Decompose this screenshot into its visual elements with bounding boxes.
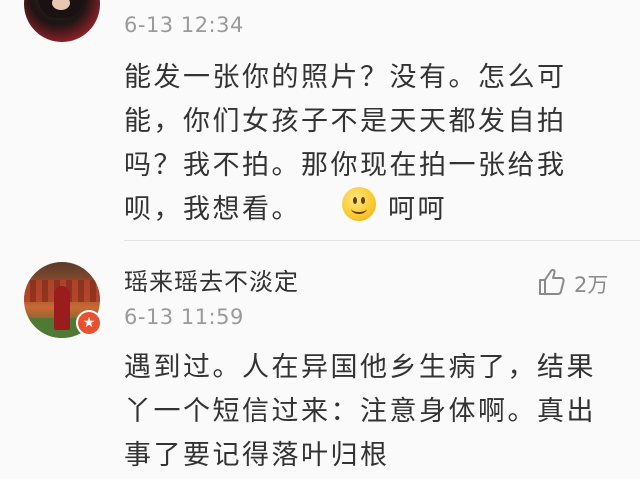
comment-text-line: 呗，我想看。 bbox=[124, 194, 301, 225]
emoji-caption: 呵呵 bbox=[388, 194, 447, 225]
comment-timestamp: 6-13 11:59 bbox=[124, 305, 244, 329]
smile-emoji-icon bbox=[342, 187, 376, 221]
comment-text-line: 能，你们女孩子不是天天都发自拍 bbox=[124, 106, 567, 137]
comment-text-line: 吗？我不拍。那你现在拍一张给我 bbox=[124, 150, 567, 181]
comment-item: 6-13 12:34 能发一张你的照片？没有。怎么可 能，你们女孩子不是天天都发… bbox=[0, 0, 640, 241]
like-count[interactable]: 2万 bbox=[574, 269, 608, 299]
user-avatar[interactable] bbox=[24, 0, 100, 42]
comment-username[interactable]: 瑶来瑶去不淡定 bbox=[124, 262, 299, 297]
comment-text-line: 能发一张你的照片？没有。怎么可 bbox=[124, 62, 567, 93]
comment-feed: 6-13 12:34 能发一张你的照片？没有。怎么可 能，你们女孩子不是天天都发… bbox=[0, 0, 640, 479]
verified-star-badge-icon: ★ bbox=[76, 310, 102, 336]
comment-text-line: 遇到过。人在异国他乡生病了，结果 bbox=[124, 352, 596, 383]
thumbs-up-icon[interactable] bbox=[536, 266, 568, 298]
comment-text-line: 丫一个短信过来：注意身体啊。真出 bbox=[124, 396, 596, 427]
comment-divider bbox=[124, 240, 640, 241]
comment-timestamp: 6-13 12:34 bbox=[124, 13, 244, 37]
comment-text-line: 事了要记得落叶归根 bbox=[124, 440, 390, 471]
